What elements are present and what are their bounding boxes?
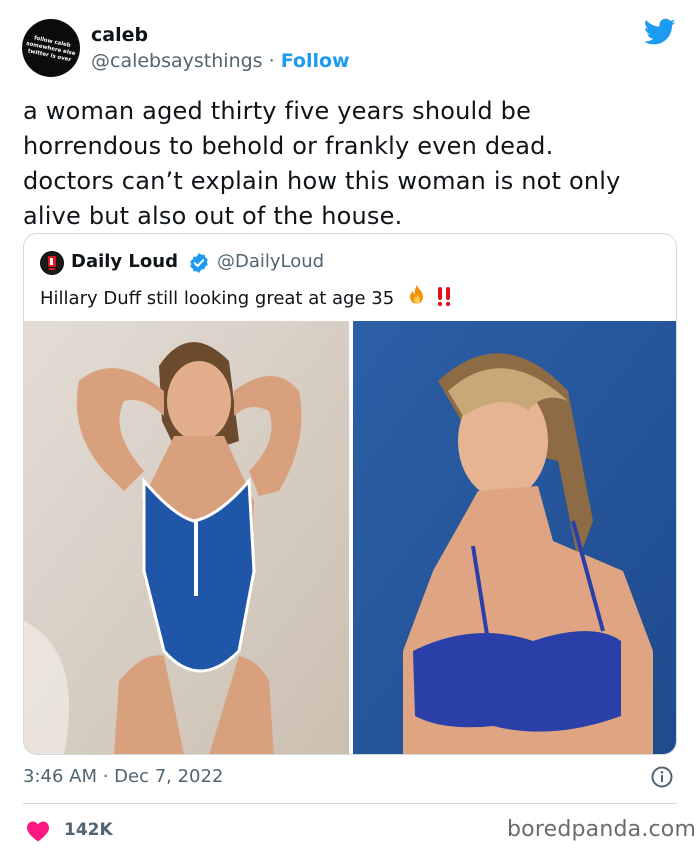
quote-text: Hillary Duff still looking great at age … [40,284,452,309]
fire-icon [409,285,423,304]
heart-icon[interactable] [26,820,50,842]
verified-badge-icon [190,253,208,273]
footer-divider [23,803,677,804]
tweet-line: doctors can’t explain how this woman is … [23,167,621,195]
like-count[interactable]: 142K [64,820,113,840]
twitter-bird-icon[interactable] [644,18,676,46]
author-name[interactable]: caleb [91,24,148,46]
follow-button[interactable]: Follow [281,50,350,72]
author-handle[interactable]: @calebsaysthings [91,50,263,72]
quote-author-name[interactable]: Daily Loud [71,251,178,272]
info-icon[interactable] [651,766,673,788]
double-exclamation-icon [437,287,450,307]
quoted-tweet-card[interactable]: Daily Loud @DailyLoud Hillary Duff still… [23,233,677,755]
photo-woman-blue-bikini [353,321,676,754]
quote-avatar[interactable] [40,251,64,275]
author-handle-line: @calebsaysthings · Follow [91,50,350,72]
photo-right[interactable] [353,321,676,754]
photo-left[interactable] [24,321,349,754]
source-watermark: boredpanda.com [507,817,697,842]
avatar-text-graphic: follow caleb somewhere else twitter is o… [26,35,77,63]
tweet-line: horrendous to behold or frankly even dea… [23,132,554,160]
daily-loud-logo-icon [41,252,63,274]
author-avatar[interactable]: follow caleb somewhere else twitter is o… [22,19,80,77]
photo-woman-blue-swimsuit [24,321,349,754]
quote-author-handle[interactable]: @DailyLoud [217,251,324,272]
quote-text-body: Hillary Duff still looking great at age … [40,288,395,309]
tweet-line: alive but also out of the house. [23,202,403,230]
tweet-text: a woman aged thirty five years should be… [23,94,683,234]
tweet-timestamp[interactable]: 3:46 AM · Dec 7, 2022 [23,766,223,787]
handle-separator: · [262,50,281,72]
tweet-line: a woman aged thirty five years should be [23,97,532,125]
